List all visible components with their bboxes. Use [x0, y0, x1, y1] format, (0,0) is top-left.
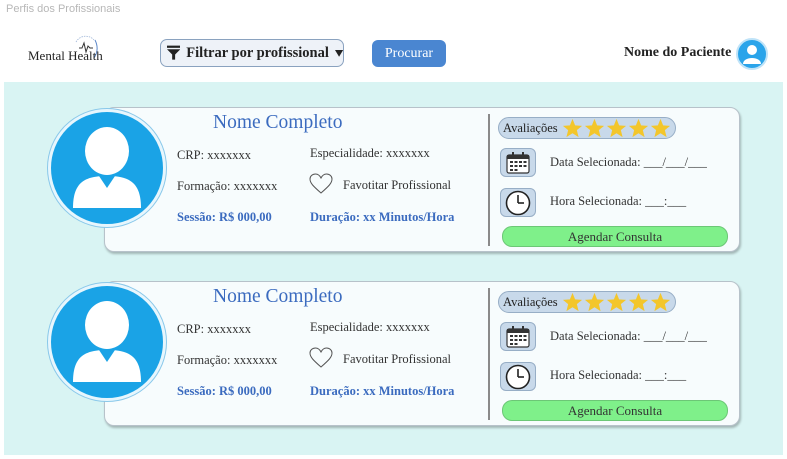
ratings-bar: Avaliações — [498, 117, 676, 139]
session-duration: Duração: xx Minutos/Hora — [310, 384, 455, 398]
crp-field: CRP: xxxxxxx — [177, 322, 251, 336]
search-button[interactable]: Procurar — [372, 40, 446, 67]
star-icon[interactable] — [584, 118, 605, 138]
professional-card: Nome Completo CRP: xxxxxxx Especialidade… — [48, 107, 740, 252]
patient-avatar[interactable] — [736, 38, 768, 70]
schedule-appointment-button[interactable]: Agendar Consulta — [502, 400, 728, 421]
heart-icon[interactable] — [309, 347, 333, 369]
clock-icon — [505, 190, 531, 215]
professional-name: Nome Completo — [213, 286, 343, 307]
funnel-icon — [167, 45, 181, 60]
user-icon — [73, 127, 141, 208]
ratings-label: Avaliações — [503, 120, 558, 135]
session-price: Sessão: R$ 000,00 — [177, 210, 272, 224]
crp-field: CRP: xxxxxxx — [177, 148, 251, 162]
date-picker-button[interactable] — [500, 148, 536, 177]
selected-date: Data Selecionada: ___/___/___ — [550, 155, 707, 169]
filter-professional-dropdown[interactable]: Filtrar por profissional — [160, 39, 344, 67]
page-title: Perfis dos Profissionais — [6, 3, 121, 15]
star-icon[interactable] — [562, 118, 583, 138]
session-duration: Duração: xx Minutos/Hora — [310, 210, 455, 224]
star-icon[interactable] — [606, 292, 627, 312]
logo-text: Mental Health — [28, 48, 103, 63]
time-picker-button[interactable] — [500, 188, 536, 217]
calendar-icon — [506, 325, 530, 348]
session-price: Sessão: R$ 000,00 — [177, 384, 272, 398]
favorite-professional-link[interactable]: Favotitar Profissional — [343, 178, 451, 193]
education-field: Formação: xxxxxxx — [177, 179, 278, 193]
specialty-field: Especialidade: xxxxxxx — [310, 146, 430, 160]
professional-card: Nome Completo CRP: xxxxxxx Especialidade… — [48, 281, 740, 426]
star-icon[interactable] — [584, 292, 605, 312]
selected-date: Data Selecionada: ___/___/___ — [550, 329, 707, 343]
ratings-label: Avaliações — [503, 294, 558, 309]
selected-time: Hora Selecionada: ___:___ — [550, 194, 687, 208]
specialty-field: Especialidade: xxxxxxx — [310, 320, 430, 334]
star-icon[interactable] — [606, 118, 627, 138]
card-divider — [488, 114, 490, 246]
favorite-professional-link[interactable]: Favotitar Profissional — [343, 352, 451, 367]
star-icon[interactable] — [562, 292, 583, 312]
star-icon[interactable] — [650, 292, 671, 312]
clock-icon — [505, 364, 531, 389]
patient-name: Nome do Paciente — [624, 45, 732, 60]
date-picker-button[interactable] — [500, 322, 536, 351]
professional-name: Nome Completo — [213, 112, 343, 133]
schedule-appointment-button[interactable]: Agendar Consulta — [502, 226, 728, 247]
star-icon[interactable] — [628, 292, 649, 312]
heart-icon[interactable] — [309, 173, 333, 195]
selected-time: Hora Selecionada: ___:___ — [550, 368, 687, 382]
chevron-down-icon — [334, 50, 343, 57]
professional-avatar — [48, 283, 166, 401]
calendar-icon — [506, 151, 530, 174]
star-icon[interactable] — [628, 118, 649, 138]
time-picker-button[interactable] — [500, 362, 536, 391]
mental-health-logo: Mental Health — [28, 34, 110, 70]
filter-label: Filtrar por profissional — [186, 44, 329, 61]
star-icon[interactable] — [650, 118, 671, 138]
ratings-bar: Avaliações — [498, 291, 676, 313]
education-field: Formação: xxxxxxx — [177, 353, 278, 367]
user-icon — [73, 301, 141, 382]
user-icon — [743, 45, 761, 64]
professional-avatar — [48, 109, 166, 227]
card-divider — [488, 288, 490, 420]
